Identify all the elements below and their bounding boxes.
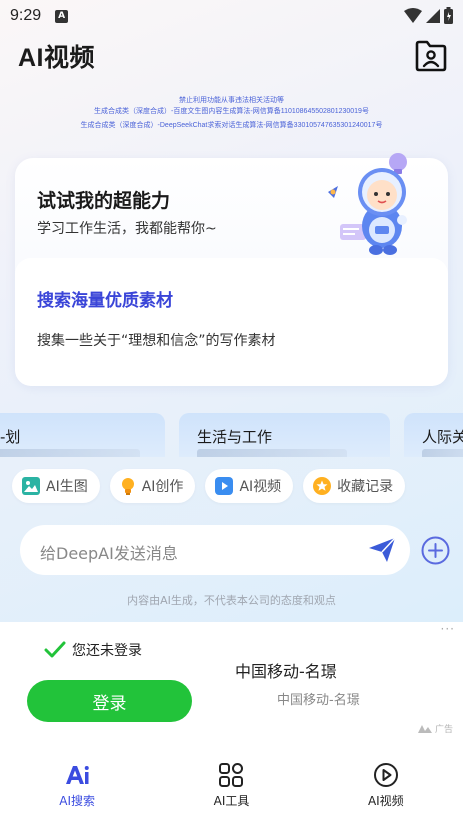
ad-logo-icon — [417, 724, 432, 733]
checkmark-icon — [44, 641, 66, 658]
send-icon[interactable] — [368, 537, 396, 563]
ad-badge: 广告 — [417, 722, 453, 735]
video-play-icon — [373, 763, 398, 787]
login-button[interactable]: 登录 — [27, 680, 192, 722]
tool-chip-favorites[interactable]: 收藏记录 — [303, 469, 406, 503]
ad-more-icon[interactable]: ··· — [441, 622, 455, 636]
star-icon — [313, 477, 332, 495]
status-bar: 9:29 A — [0, 0, 463, 32]
hero-title: 试试我的超能力 — [37, 190, 171, 212]
notification-icon: A — [55, 9, 69, 23]
grid-icon — [219, 763, 244, 787]
bottom-tab-bar: AI搜索 AI工具 AI视频 — [0, 744, 463, 824]
notice-line-1: 禁止利用功能从事违法相关活动等 — [179, 97, 284, 104]
ad-panel[interactable]: ··· 您还未登录 登录 中国移动-名璟 中国移动-名璟 广告 — [0, 622, 463, 744]
bulb-icon — [121, 478, 134, 495]
suggestion-card[interactable]: 搜索海量优质素材 搜集一些关于“理想和信念”的写作素材 — [15, 258, 448, 386]
notice-line-3: 生成合成类（深度合成）-DeepSeekChat求索对话生成算法-网信算备330… — [80, 122, 383, 129]
battery-icon — [444, 7, 453, 24]
topic-label: 生活与工作 — [197, 428, 273, 446]
page-title: AI视频 — [18, 44, 96, 72]
status-icons — [404, 7, 453, 24]
ai-disclaimer: 内容由AI生成，不代表本公司的态度和观点 — [127, 594, 336, 607]
notice-line-2: 生成合成类（深度合成）-百度文生图内容生成算法-网信算备110108645502… — [94, 108, 369, 115]
tool-chip-label: AI创作 — [141, 479, 184, 495]
signal-icon — [426, 8, 440, 23]
tool-chip-ai-create[interactable]: AI创作 — [109, 469, 196, 503]
topic-card[interactable]: 生活与工作 — [179, 413, 390, 457]
tool-chip-label: AI生图 — [46, 479, 88, 495]
ad-label: 广告 — [434, 725, 453, 735]
astronaut-mascot-icon — [328, 153, 407, 255]
topic-card[interactable]: -划 — [0, 413, 165, 457]
tool-chips: AI生图 AI创作 AI视频 收藏记录 — [12, 469, 406, 503]
message-input-placeholder: 给DeepAI发送消息 — [40, 544, 178, 563]
topic-preview — [0, 449, 140, 457]
tool-chip-label: AI视频 — [239, 479, 282, 495]
login-status: 您还未登录 — [44, 640, 142, 660]
tool-chip-ai-video[interactable]: AI视频 — [205, 469, 294, 503]
topic-preview — [197, 449, 347, 457]
hero-subtitle: 学习工作生活，我都能帮你~ — [37, 221, 217, 237]
status-time: 9:29 — [10, 7, 42, 24]
message-input[interactable]: 给DeepAI发送消息 — [20, 525, 410, 575]
wifi-icon — [404, 7, 422, 23]
tab-label: AI搜索 — [59, 794, 96, 808]
tab-ai-search[interactable]: AI搜索 — [0, 744, 154, 824]
header: AI视频 — [18, 38, 448, 78]
profile-card-icon[interactable] — [414, 40, 448, 72]
tab-ai-video[interactable]: AI视频 — [309, 744, 463, 824]
add-icon[interactable] — [421, 536, 450, 565]
tool-chip-ai-image[interactable]: AI生图 — [12, 469, 100, 503]
topic-carousel[interactable]: -划 生活与工作 人际关 — [0, 413, 463, 457]
topic-label: 人际关 — [422, 428, 463, 446]
tab-ai-tools[interactable]: AI工具 — [154, 744, 308, 824]
carrier-name: 中国移动-名璟 — [235, 662, 337, 681]
carrier-subtitle: 中国移动-名璟 — [277, 693, 360, 708]
suggestion-text: 搜集一些关于“理想和信念”的写作素材 — [37, 333, 276, 349]
topic-preview — [422, 449, 463, 457]
tool-chip-label: 收藏记录 — [337, 479, 394, 495]
suggestion-title: 搜索海量优质素材 — [37, 291, 173, 311]
login-status-text: 您还未登录 — [72, 643, 142, 659]
image-icon — [22, 477, 40, 495]
tab-label: AI工具 — [213, 794, 250, 808]
topic-label: -划 — [0, 428, 21, 446]
topic-card[interactable]: 人际关 — [404, 413, 463, 457]
play-icon — [215, 477, 234, 495]
ai-logo-icon — [66, 766, 89, 784]
tab-label: AI视频 — [367, 794, 404, 808]
hero-card: 试试我的超能力 学习工作生活，我都能帮你~ 搜索海量优质素材 搜集一些关于“理想… — [15, 153, 448, 386]
